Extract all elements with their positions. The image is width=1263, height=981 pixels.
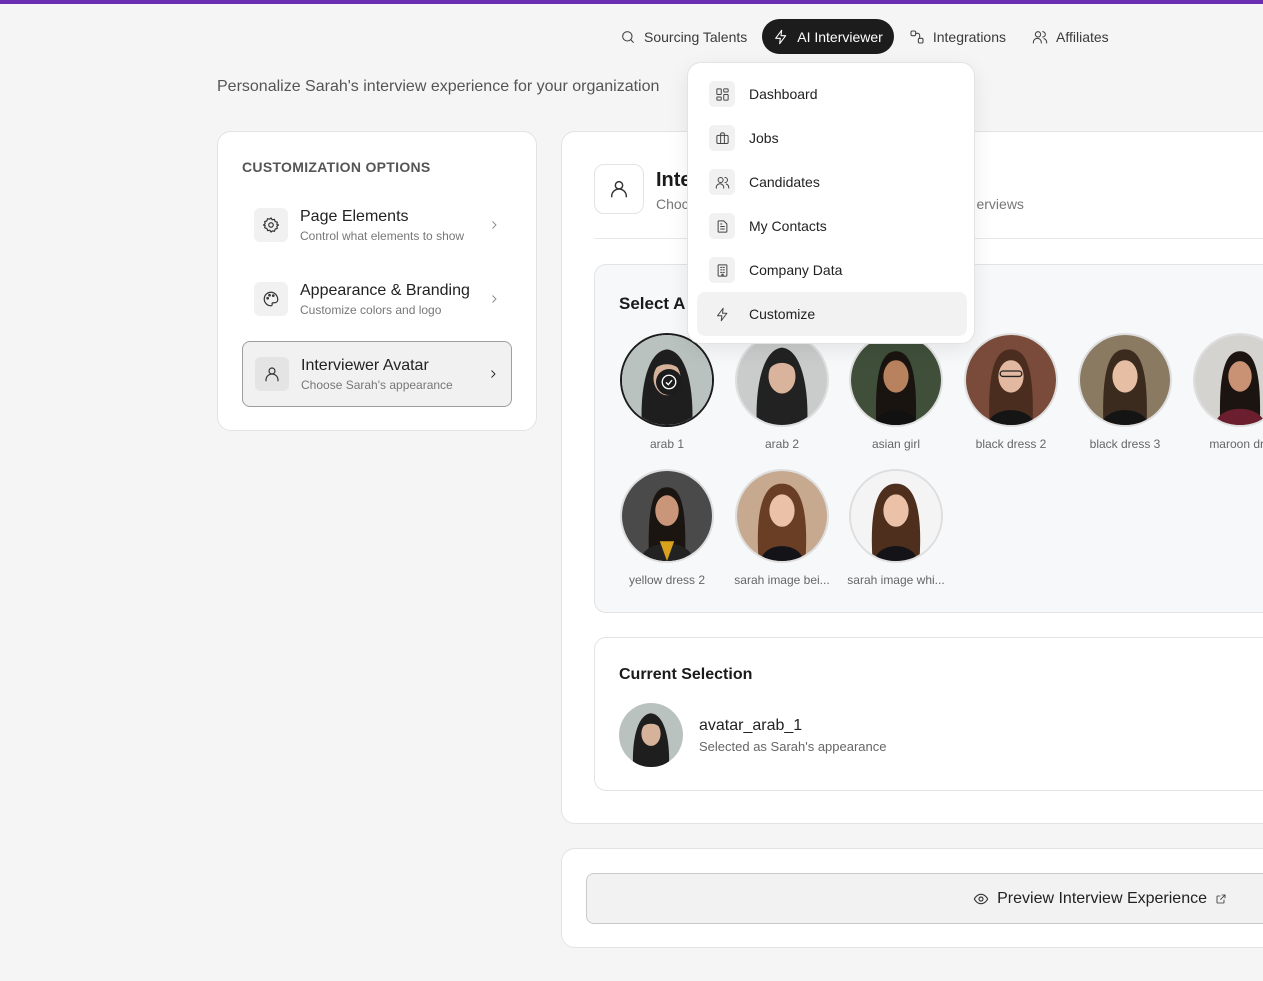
sidebar-item-page-elements[interactable]: Page Elements Control what elements to s… — [242, 192, 512, 258]
users-icon — [1032, 30, 1048, 44]
menu-item-jobs[interactable]: Jobs — [697, 116, 967, 160]
current-avatar-image — [619, 703, 683, 767]
top-accent-bar — [0, 0, 1263, 4]
integrations-icon — [910, 29, 924, 44]
menu-item-label: Company Data — [749, 262, 843, 278]
avatar-option-asian-girl[interactable]: asian girl — [846, 333, 946, 451]
avatar-image — [849, 333, 943, 427]
top-nav: Sourcing Talents AI Interviewer Integrat… — [609, 19, 1120, 54]
eye-icon — [973, 893, 989, 904]
palette-icon — [254, 282, 288, 316]
current-selection-title: Current Selection — [619, 666, 753, 683]
avatar-label: yellow dress 2 — [628, 573, 706, 587]
avatar-option-maroon-dress[interactable]: maroon dre — [1190, 333, 1263, 451]
avatar-option-yellow-dress-2[interactable]: yellow dress 2 — [617, 469, 717, 587]
avatar-image — [620, 469, 714, 563]
menu-item-label: Jobs — [749, 130, 779, 146]
sidebar-item-desc: Control what elements to show — [300, 228, 465, 243]
nav-integrations[interactable]: Integrations — [898, 19, 1017, 54]
user-icon — [594, 164, 644, 214]
gear-icon — [254, 208, 288, 242]
sidebar-item-interviewer-avatar[interactable]: Interviewer Avatar Choose Sarah's appear… — [242, 341, 512, 407]
current-selection-panel: Current Selection avatar_arab_1 Selected… — [594, 637, 1263, 791]
current-avatar-name: avatar_arab_1 — [699, 717, 803, 734]
avatar-selection-title: Select A — [619, 294, 686, 313]
chevron-right-icon — [492, 295, 497, 303]
avatar-image — [1078, 333, 1172, 427]
current-avatar-desc: Selected as Sarah's appearance — [699, 739, 887, 754]
sidebar-item-desc: Customize colors and logo — [300, 302, 442, 317]
menu-item-label: Customize — [749, 306, 816, 322]
avatar-image — [849, 469, 943, 563]
avatar-label: arab 2 — [764, 437, 800, 451]
briefcase-icon — [709, 125, 735, 151]
sidebar-item-title: Interviewer Avatar — [301, 356, 429, 374]
avatar-image — [1193, 333, 1263, 427]
building-icon — [709, 257, 735, 283]
menu-item-my-contacts[interactable]: My Contacts — [697, 204, 967, 248]
nav-label: Integrations — [932, 28, 1007, 45]
sidebar-heading: CUSTOMIZATION OPTIONS — [242, 159, 431, 175]
lightning-icon — [775, 29, 787, 44]
avatar-option-sarah-image-white[interactable]: sarah image whi... — [846, 469, 946, 587]
avatar-label: sarah image whi... — [847, 573, 945, 587]
avatar-label: sarah image bei... — [734, 573, 830, 587]
ai-interviewer-dropdown: Dashboard Jobs Candidates My Contacts Co… — [687, 62, 975, 344]
section-desc-right: erviews — [976, 196, 1024, 212]
chevron-right-icon — [492, 221, 497, 229]
sidebar-item-title: Appearance & Branding — [300, 281, 470, 299]
avatar-image — [735, 469, 829, 563]
contacts-icon — [709, 213, 735, 239]
menu-item-candidates[interactable]: Candidates — [697, 160, 967, 204]
check-circle-icon — [656, 369, 682, 395]
dashboard-icon — [709, 81, 735, 107]
menu-item-label: My Contacts — [749, 218, 827, 234]
preview-button-label: Preview Interview Experience — [997, 889, 1207, 907]
avatar-option-arab-1[interactable]: arab 1 — [617, 333, 717, 451]
lightning-icon — [709, 301, 735, 327]
nav-label: AI Interviewer — [797, 28, 883, 45]
sidebar-item-appearance-branding[interactable]: Appearance & Branding Customize colors a… — [242, 266, 512, 332]
nav-affiliates[interactable]: Affiliates — [1021, 19, 1120, 54]
menu-item-label: Dashboard — [749, 86, 818, 102]
avatar-option-black-dress-3[interactable]: black dress 3 — [1075, 333, 1175, 451]
avatar-image — [735, 333, 829, 427]
user-icon — [255, 357, 289, 391]
menu-item-company-data[interactable]: Company Data — [697, 248, 967, 292]
search-icon — [622, 30, 634, 43]
menu-item-customize[interactable]: Customize — [697, 292, 967, 336]
avatar-option-sarah-image-beige[interactable]: sarah image bei... — [732, 469, 832, 587]
users-icon — [709, 169, 735, 195]
avatar-image — [964, 333, 1058, 427]
sidebar-item-title: Page Elements — [300, 207, 409, 225]
preview-interview-button[interactable]: Preview Interview Experience — [586, 873, 1263, 924]
preview-card: Preview Interview Experience — [561, 848, 1263, 948]
sidebar-item-desc: Choose Sarah's appearance — [301, 377, 453, 392]
chevron-right-icon — [491, 370, 496, 378]
avatar-label: maroon dre — [1209, 437, 1263, 451]
avatar-label: black dress 2 — [975, 437, 1047, 451]
nav-ai-interviewer[interactable]: AI Interviewer — [762, 19, 894, 54]
avatar-option-arab-2[interactable]: arab 2 — [732, 333, 832, 451]
menu-item-label: Candidates — [749, 174, 820, 190]
avatar-option-black-dress-2[interactable]: black dress 2 — [961, 333, 1061, 451]
avatar-label: arab 1 — [649, 437, 685, 451]
nav-sourcing-talents[interactable]: Sourcing Talents — [609, 19, 758, 54]
external-link-icon — [1216, 894, 1226, 903]
page-subtitle: Personalize Sarah's interview experience… — [217, 78, 660, 95]
section-desc-left: Choc — [656, 196, 689, 212]
avatar-label: asian girl — [871, 437, 921, 451]
menu-item-dashboard[interactable]: Dashboard — [697, 72, 967, 116]
nav-label: Affiliates — [1056, 28, 1109, 45]
nav-label: Sourcing Talents — [644, 28, 748, 45]
avatar-image — [620, 333, 714, 427]
customization-sidebar: CUSTOMIZATION OPTIONS Page Elements Cont… — [217, 131, 537, 431]
avatar-label: black dress 3 — [1089, 437, 1161, 451]
